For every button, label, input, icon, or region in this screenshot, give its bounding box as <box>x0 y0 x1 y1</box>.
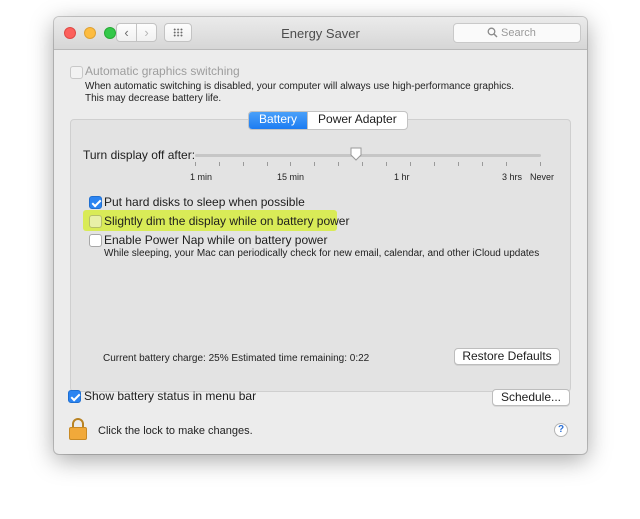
graphics-switching-checkbox[interactable] <box>70 66 83 79</box>
graphics-description-line2: This may decrease battery life. <box>85 93 222 104</box>
power-source-tabs: Battery Power Adapter <box>248 111 408 130</box>
show-battery-status-checkbox[interactable] <box>68 390 81 403</box>
restore-defaults-button[interactable]: Restore Defaults <box>454 348 560 365</box>
help-icon: ? <box>557 424 565 435</box>
show-battery-status-label: Show battery status in menu bar <box>84 389 257 403</box>
help-button[interactable]: ? <box>554 423 568 437</box>
title-bar: ‹ › Energy Saver Search <box>54 17 587 50</box>
dim-display-checkbox[interactable] <box>89 215 102 228</box>
search-placeholder: Search <box>501 27 536 39</box>
slider-tick <box>290 162 291 166</box>
slider-tick <box>243 162 244 166</box>
slider-tick <box>219 162 220 166</box>
slider-tick <box>195 162 196 166</box>
slider-tick <box>506 162 507 166</box>
power-nap-label: Enable Power Nap while on battery power <box>104 233 328 247</box>
tick-label-1hr: 1 hr <box>394 172 410 182</box>
slider-tick <box>482 162 483 166</box>
tab-power-adapter[interactable]: Power Adapter <box>307 112 407 129</box>
graphics-switching-label: Automatic graphics switching <box>85 64 240 78</box>
search-icon <box>487 27 498 38</box>
slider-tick <box>362 162 363 166</box>
search-field[interactable]: Search <box>453 23 581 43</box>
slider-tick <box>386 162 387 166</box>
display-sleep-slider[interactable] <box>195 154 541 157</box>
hard-disk-sleep-checkbox[interactable] <box>89 196 102 209</box>
slider-tick <box>338 162 339 166</box>
slider-tick <box>267 162 268 166</box>
slider-tick <box>434 162 435 166</box>
slider-thumb[interactable] <box>350 147 362 161</box>
slider-tick <box>540 162 541 166</box>
slider-tick <box>458 162 459 166</box>
slider-tick <box>410 162 411 166</box>
tick-label-1min: 1 min <box>190 172 213 182</box>
dim-display-label: Slightly dim the display while on batter… <box>104 214 350 228</box>
hard-disk-sleep-label: Put hard disks to sleep when possible <box>104 195 305 209</box>
tick-label-never: Never <box>530 172 555 182</box>
tick-label-15min: 15 min <box>277 172 305 182</box>
power-nap-checkbox[interactable] <box>89 234 102 247</box>
graphics-description-line1: When automatic switching is disabled, yo… <box>85 81 515 92</box>
tick-label-3hrs: 3 hrs <box>502 172 523 182</box>
lock-text: Click the lock to make changes. <box>98 425 253 437</box>
power-nap-description: While sleeping, your Mac can periodicall… <box>104 248 540 259</box>
energy-saver-window: ‹ › Energy Saver Search Automatic graphi… <box>54 17 587 454</box>
display-sleep-label: Turn display off after: <box>83 148 196 162</box>
slider-tick <box>314 162 315 166</box>
tab-battery[interactable]: Battery <box>249 112 308 129</box>
lock-icon[interactable] <box>68 417 88 441</box>
schedule-button[interactable]: Schedule... <box>492 389 570 406</box>
battery-status-text: Current battery charge: 25% Estimated ti… <box>103 353 370 364</box>
